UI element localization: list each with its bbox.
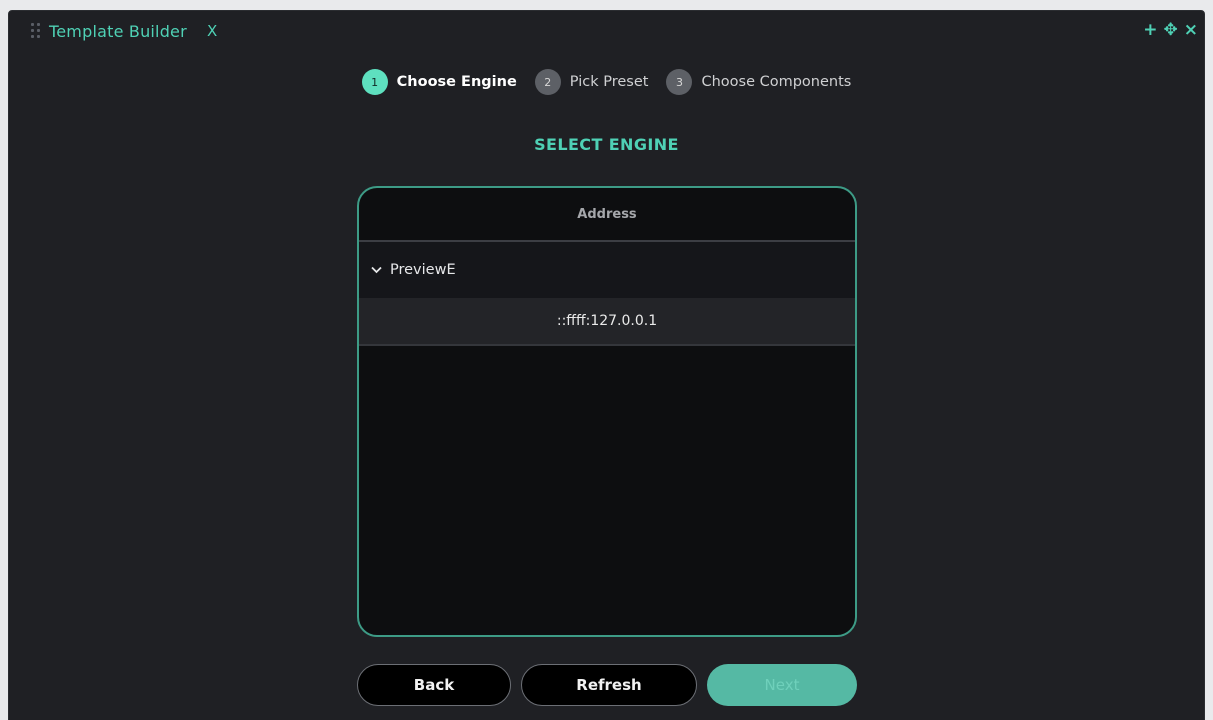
section-title: SELECT ENGINE <box>534 135 679 154</box>
drag-handle-icon[interactable] <box>31 23 41 39</box>
template-builder-window: Template Builder X + ✥ × 1 Choose Engine… <box>8 10 1205 720</box>
step-choose-components[interactable]: 3 Choose Components <box>666 69 851 95</box>
tab-close-button[interactable]: X <box>207 22 217 40</box>
group-label: PreviewE <box>390 262 456 278</box>
column-header-address[interactable]: Address <box>359 188 855 242</box>
window-titlebar: Template Builder X + ✥ × <box>9 11 1204 49</box>
chevron-down-icon <box>371 263 382 277</box>
step-label: Pick Preset <box>569 74 649 90</box>
close-icon[interactable]: × <box>1184 20 1198 40</box>
address-cell: ::ffff:127.0.0.1 <box>556 313 658 329</box>
refresh-button[interactable]: Refresh <box>521 664 697 706</box>
window-tab-title[interactable]: Template Builder <box>49 22 187 41</box>
step-label: Choose Engine <box>396 74 517 90</box>
step-choose-engine[interactable]: 1 Choose Engine <box>361 69 517 95</box>
move-icon[interactable]: ✥ <box>1164 20 1178 40</box>
back-button[interactable]: Back <box>357 664 511 706</box>
wizard-actions: Back Refresh Next <box>357 664 857 706</box>
step-number-badge: 1 <box>361 69 388 95</box>
step-pick-preset[interactable]: 2 Pick Preset <box>534 69 649 95</box>
step-number-badge: 2 <box>534 69 561 95</box>
step-number-badge: 3 <box>666 69 693 95</box>
group-row-previewe[interactable]: PreviewE <box>359 242 855 298</box>
add-icon[interactable]: + <box>1143 20 1157 40</box>
window-controls: + ✥ × <box>1143 20 1198 40</box>
next-button[interactable]: Next <box>707 664 857 706</box>
step-label: Choose Components <box>701 74 852 90</box>
table-row[interactable]: ::ffff:127.0.0.1 <box>359 298 855 346</box>
engine-table: Address PreviewE ::ffff:127.0.0.1 <box>357 186 857 637</box>
wizard-steps: 1 Choose Engine 2 Pick Preset 3 Choose C… <box>9 69 1204 95</box>
